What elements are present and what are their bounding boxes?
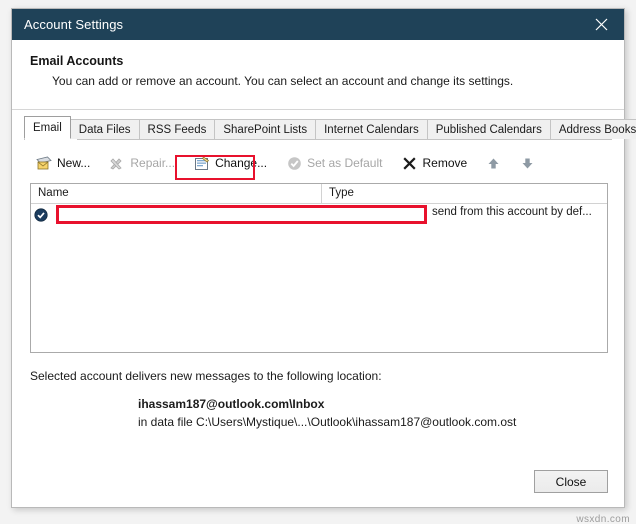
tabstrip-underline (24, 139, 612, 140)
tab-email[interactable]: Email (24, 116, 71, 139)
account-settings-window: Account Settings Email Accounts You can … (11, 8, 636, 508)
new-account-label: New... (57, 156, 91, 170)
tab-label: RSS Feeds (147, 124, 207, 136)
account-type-value: send from this account by def... (432, 206, 592, 218)
account-list: Name Type send from this account by def.… (30, 183, 608, 353)
remove-account-label: Remove (422, 156, 468, 170)
tab-label: Email (33, 122, 62, 134)
account-toolbar: New... Repair... Change... Set as Defaul… (30, 149, 606, 177)
tab-label: Published Calendars (435, 124, 542, 136)
remove-account-button[interactable]: Remove (395, 152, 473, 174)
tabstrip: Email Data Files RSS Feeds SharePoint Li… (24, 116, 636, 139)
repair-account-button: Repair... (103, 152, 181, 174)
page-title: Email Accounts (30, 54, 124, 68)
set-as-default-button: Set as Default (280, 152, 388, 174)
close-window-button[interactable] (579, 9, 624, 40)
remove-x-icon (401, 155, 417, 171)
change-account-button[interactable]: Change... (188, 152, 273, 174)
screenshot-root: Account Settings Email Accounts You can … (0, 0, 636, 524)
new-account-button[interactable]: New... (30, 152, 96, 174)
source-watermark: wsxdn.com (576, 514, 630, 524)
account-name-redaction (56, 205, 427, 224)
header-divider (12, 109, 624, 110)
move-up-button[interactable] (480, 152, 512, 174)
default-account-check-icon (31, 207, 51, 222)
close-icon (595, 18, 608, 31)
tab-address-books[interactable]: Address Books (549, 119, 636, 139)
tab-label: Internet Calendars (324, 124, 419, 136)
window-title: Account Settings (24, 17, 124, 32)
table-row[interactable]: send from this account by def... (31, 204, 607, 225)
tab-internet-calendars[interactable]: Internet Calendars (315, 119, 428, 139)
column-header-name[interactable]: Name (31, 184, 322, 203)
close-button[interactable]: Close (534, 470, 608, 493)
change-settings-icon (194, 155, 210, 171)
arrow-up-icon (486, 155, 502, 171)
change-account-label: Change... (215, 156, 268, 170)
arrow-down-icon (520, 155, 536, 171)
tab-label: SharePoint Lists (223, 124, 308, 136)
window-titlebar: Account Settings (12, 9, 624, 40)
move-down-button[interactable] (514, 152, 546, 174)
page-subtitle: You can add or remove an account. You ca… (52, 74, 514, 88)
close-button-label: Close (555, 474, 587, 489)
repair-tools-icon (109, 155, 125, 171)
delivery-info: Selected account delivers new messages t… (30, 369, 606, 429)
tab-sharepoint-lists[interactable]: SharePoint Lists (214, 119, 317, 139)
column-header-type[interactable]: Type (322, 184, 607, 203)
tab-rss-feeds[interactable]: RSS Feeds (138, 119, 216, 139)
tab-data-files[interactable]: Data Files (69, 119, 140, 139)
check-circle-icon (286, 155, 302, 171)
tab-label: Data Files (78, 124, 131, 136)
delivery-info-caption: Selected account delivers new messages t… (30, 369, 382, 383)
new-mail-icon (36, 155, 52, 171)
header-block: Email Accounts You can add or remove an … (12, 40, 624, 88)
delivery-data-file: in data file C:\Users\Mystique\...\Outlo… (138, 415, 517, 429)
tab-published-calendars[interactable]: Published Calendars (426, 119, 551, 139)
repair-account-label: Repair... (130, 156, 176, 170)
set-as-default-label: Set as Default (307, 156, 383, 170)
tab-label: Address Books (558, 124, 636, 136)
delivery-location: ihassam187@outlook.com\Inbox (138, 397, 325, 411)
account-list-header: Name Type (31, 184, 607, 204)
